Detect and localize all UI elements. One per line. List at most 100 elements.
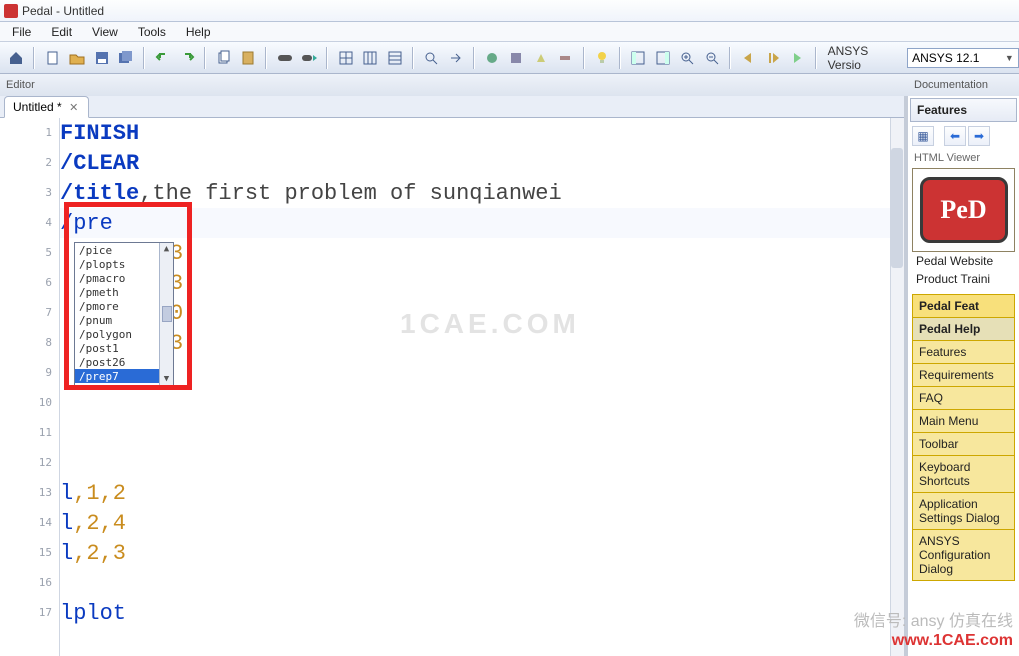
features-header: Features <box>910 98 1017 122</box>
code-line[interactable]: l,1,2 <box>60 478 890 508</box>
code-line[interactable]: FINISH <box>60 118 890 148</box>
home-icon[interactable] <box>6 47 26 69</box>
code-line[interactable]: 3 <box>60 238 890 268</box>
autocomplete-item[interactable]: /plopts <box>75 257 159 271</box>
goto-icon[interactable] <box>445 47 465 69</box>
autocomplete-scrollbar[interactable]: ▲ ▼ <box>159 243 173 385</box>
code-line[interactable]: 3 <box>60 268 890 298</box>
menu-view[interactable]: View <box>84 23 126 41</box>
tool-a-icon[interactable] <box>482 47 502 69</box>
link-training[interactable]: Product Traini <box>912 270 1015 288</box>
code-line[interactable]: /CLEAR <box>60 148 890 178</box>
code-line[interactable]: /pre <box>60 208 890 238</box>
save-all-icon[interactable] <box>116 47 136 69</box>
line-number: 11 <box>0 426 52 439</box>
line-number: 16 <box>0 576 52 589</box>
panel2-icon[interactable] <box>653 47 673 69</box>
scroll-up-icon[interactable]: ▲ <box>161 243 173 255</box>
grid2-icon[interactable] <box>360 47 380 69</box>
new-icon[interactable] <box>42 47 62 69</box>
version-select[interactable]: ANSYS 12.1 ▼ <box>907 48 1019 68</box>
html-viewer-label: HTML Viewer <box>908 148 1019 168</box>
pedal-logo-text: PeD <box>920 177 1008 243</box>
code-line[interactable] <box>60 358 890 388</box>
feature-item[interactable]: Features <box>913 341 1014 364</box>
line-number: 7 <box>0 306 52 319</box>
close-icon[interactable]: ✕ <box>68 101 80 113</box>
controller-play-icon[interactable] <box>299 47 319 69</box>
editor-tab[interactable]: Untitled * ✕ <box>4 96 89 118</box>
paste-icon[interactable] <box>238 47 258 69</box>
vertical-scrollbar[interactable] <box>890 118 904 656</box>
feature-item[interactable]: Toolbar <box>913 433 1014 456</box>
code-line[interactable]: 0 <box>60 298 890 328</box>
autocomplete-item-selected[interactable]: /prep7 <box>75 369 159 383</box>
save-icon[interactable] <box>91 47 111 69</box>
undo-icon[interactable] <box>152 47 172 69</box>
tab-label: Untitled * <box>13 100 62 114</box>
menubar: File Edit View Tools Help <box>0 22 1019 42</box>
code-line[interactable]: lplot <box>60 598 890 628</box>
line-number: 6 <box>0 276 52 289</box>
line-number: 17 <box>0 606 52 619</box>
scroll-down-icon[interactable]: ▼ <box>161 373 173 385</box>
play-left-icon[interactable] <box>738 47 758 69</box>
code-line[interactable] <box>60 388 890 418</box>
redo-icon[interactable] <box>177 47 197 69</box>
documentation-panel-label: Documentation <box>908 79 1019 91</box>
play-right-icon[interactable] <box>787 47 807 69</box>
menu-tools[interactable]: Tools <box>130 23 174 41</box>
zoom-in-icon[interactable] <box>677 47 697 69</box>
autocomplete-item[interactable]: /pmore <box>75 299 159 313</box>
controller-icon[interactable] <box>274 47 294 69</box>
autocomplete-item[interactable]: /post1 <box>75 341 159 355</box>
side-links: Pedal Website Product Traini <box>912 252 1015 288</box>
autocomplete-item[interactable]: /polygon <box>75 327 159 341</box>
grid1-icon[interactable] <box>335 47 355 69</box>
code-line[interactable]: 3 <box>60 328 890 358</box>
feature-item[interactable]: ANSYS Configuration Dialog <box>913 530 1014 581</box>
feature-item[interactable]: FAQ <box>913 387 1014 410</box>
autocomplete-popup[interactable]: /pice/plopts/pmacro/pmeth/pmore/pnum/pol… <box>74 242 174 386</box>
feature-item[interactable]: Pedal Help <box>913 318 1014 341</box>
feature-item[interactable]: Requirements <box>913 364 1014 387</box>
find-icon[interactable] <box>421 47 441 69</box>
feature-item[interactable]: Main Menu <box>913 410 1014 433</box>
nav-back-icon[interactable]: ⬅ <box>944 126 966 146</box>
features-section-header: Pedal Feat <box>912 294 1015 318</box>
code-line[interactable] <box>60 448 890 478</box>
line-number: 5 <box>0 246 52 259</box>
code-line[interactable]: /title,the first problem of sunqianwei <box>60 178 890 208</box>
feature-item[interactable]: Keyboard Shortcuts <box>913 456 1014 493</box>
step-icon[interactable] <box>763 47 783 69</box>
code-line[interactable] <box>60 418 890 448</box>
open-icon[interactable] <box>67 47 87 69</box>
tool-b-icon[interactable] <box>506 47 526 69</box>
editor-body[interactable]: 1234567891011121314151617 FINISH/CLEAR/t… <box>0 118 904 656</box>
scroll-thumb-small[interactable] <box>162 306 172 322</box>
bulb-icon[interactable] <box>592 47 612 69</box>
feature-item[interactable]: Application Settings Dialog <box>913 493 1014 530</box>
grid3-icon[interactable] <box>384 47 404 69</box>
nav-home-icon[interactable]: ▦ <box>912 126 934 146</box>
tool-c-icon[interactable] <box>531 47 551 69</box>
menu-help[interactable]: Help <box>178 23 219 41</box>
menu-edit[interactable]: Edit <box>43 23 80 41</box>
link-website[interactable]: Pedal Website <box>912 252 1015 270</box>
menu-file[interactable]: File <box>4 23 39 41</box>
titlebar: Pedal - Untitled <box>0 0 1019 22</box>
autocomplete-item[interactable]: /pnum <box>75 313 159 327</box>
code-line[interactable] <box>60 568 890 598</box>
nav-forward-icon[interactable]: ➡ <box>968 126 990 146</box>
copy-icon[interactable] <box>213 47 233 69</box>
scroll-thumb[interactable] <box>891 148 903 268</box>
code-line[interactable]: l,2,3 <box>60 538 890 568</box>
autocomplete-item[interactable]: /pice <box>75 243 159 257</box>
autocomplete-item[interactable]: /pmeth <box>75 285 159 299</box>
code-line[interactable]: l,2,4 <box>60 508 890 538</box>
autocomplete-item[interactable]: /post26 <box>75 355 159 369</box>
tool-d-icon[interactable] <box>555 47 575 69</box>
panel1-icon[interactable] <box>628 47 648 69</box>
zoom-out-icon[interactable] <box>702 47 722 69</box>
autocomplete-item[interactable]: /pmacro <box>75 271 159 285</box>
